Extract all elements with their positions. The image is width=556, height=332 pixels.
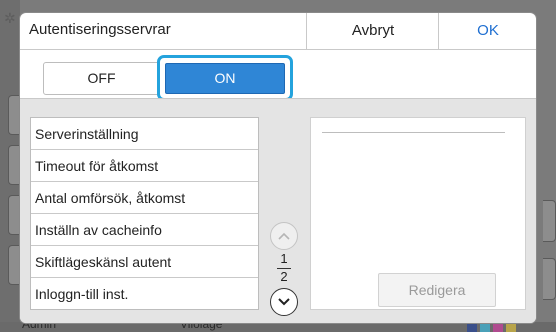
status-icon	[467, 323, 477, 332]
list-item-login-to-device[interactable]: Inloggn-till inst.	[31, 278, 258, 309]
authentication-servers-dialog: Autentiseringsservrar Avbryt OK OFF ON ▲…	[20, 13, 536, 323]
scroll-up-button[interactable]	[270, 222, 298, 250]
off-button[interactable]: OFF	[43, 62, 160, 95]
cancel-button[interactable]: Avbryt	[306, 13, 439, 49]
background-tab	[543, 258, 556, 300]
list-item-cache-settings[interactable]: Inställn av cacheinfo	[31, 214, 258, 246]
status-icon	[480, 323, 490, 332]
list-item-access-retries[interactable]: Antal omförsök, åtkomst	[31, 182, 258, 214]
list-item-access-timeout[interactable]: Timeout för åtkomst	[31, 150, 258, 182]
status-icon	[493, 323, 503, 332]
status-icon	[506, 323, 516, 332]
list-pager: 1 2	[269, 222, 301, 317]
settings-content: Serverinställning Timeout för åtkomst An…	[20, 98, 536, 323]
dialog-title: Autentiseringsservrar	[29, 21, 171, 38]
background-status-bar: Admin Vilolage	[0, 322, 556, 332]
chevron-down-icon	[278, 298, 290, 306]
background-tab	[543, 200, 556, 242]
dialog-title-bar: Autentiseringsservrar Avbryt OK	[20, 13, 536, 50]
detail-divider	[322, 132, 505, 133]
current-page: 1	[280, 251, 288, 266]
list-item-server-setting[interactable]: Serverinställning	[31, 118, 258, 150]
list-item-case-sensitive-auth[interactable]: Skiftlägeskänsl autent	[31, 246, 258, 278]
status-mode-label: Vilolage	[180, 322, 223, 331]
scroll-down-button[interactable]	[270, 288, 298, 316]
edit-button[interactable]: Redigera	[378, 273, 496, 307]
status-icons	[467, 323, 516, 332]
detail-panel: Redigera	[310, 117, 526, 310]
ok-button[interactable]: OK	[438, 13, 536, 49]
status-user-label: Admin	[22, 322, 57, 331]
gear-icon: ✲	[4, 11, 16, 27]
on-button[interactable]: ON	[165, 63, 285, 94]
total-pages: 2	[280, 269, 288, 284]
chevron-up-icon	[278, 232, 290, 240]
on-off-toggle: OFF ON ▲	[20, 50, 536, 105]
settings-list: Serverinställning Timeout för åtkomst An…	[30, 117, 259, 310]
focus-ring: ON ▲	[157, 55, 293, 105]
